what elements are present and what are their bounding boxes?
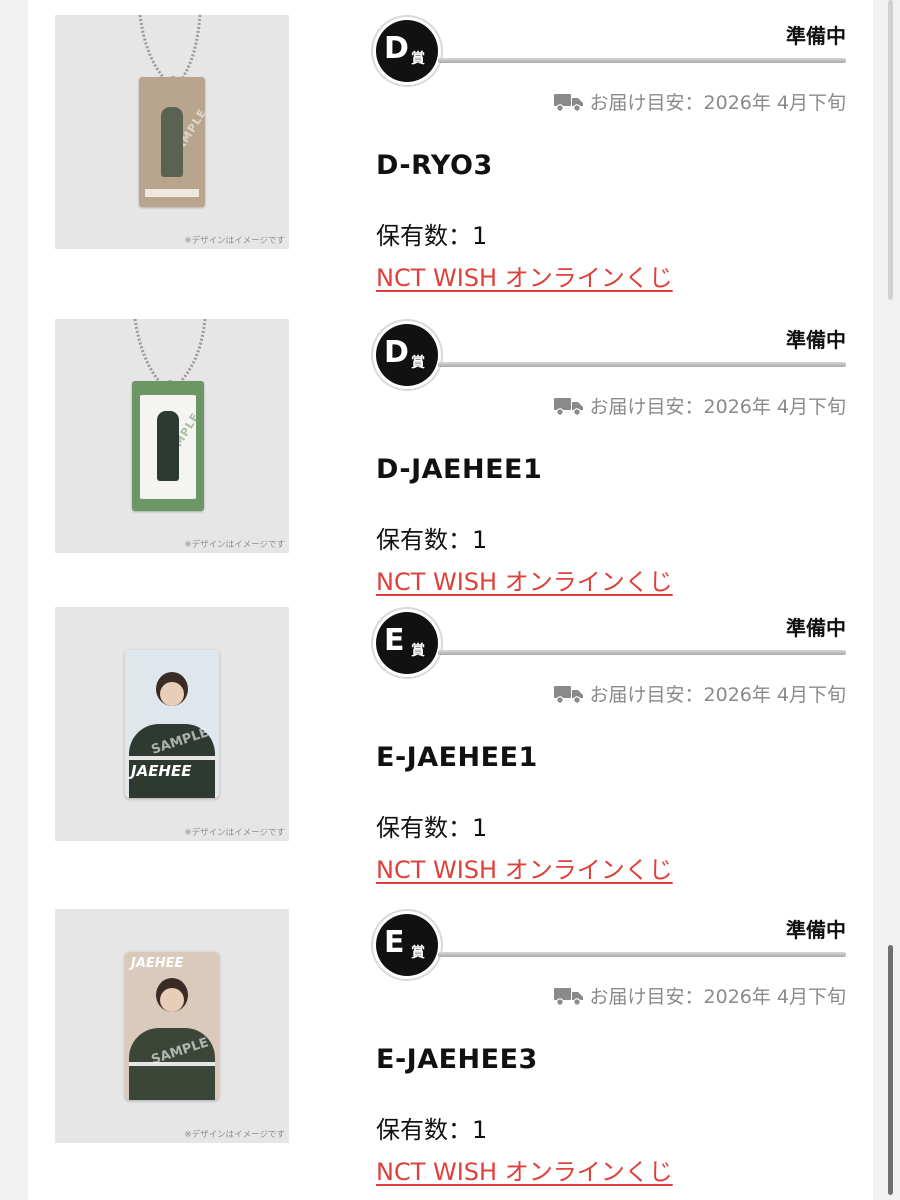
prize-item: SAMPLE JAEHEE ※デザインはイメージです E賞 準備中 お届け目安：… xyxy=(28,592,873,892)
status-label: 準備中 xyxy=(786,616,846,640)
photo-card-art: JAEHEE SAMPLE xyxy=(125,952,219,1100)
status-label: 準備中 xyxy=(786,24,846,48)
product-thumbnail[interactable]: JAEHEE SAMPLE ※デザインはイメージです xyxy=(55,909,289,1143)
photo-card-art: SAMPLE JAEHEE xyxy=(125,650,219,798)
truck-icon xyxy=(553,987,583,1006)
image-disclaimer: ※デザインはイメージです xyxy=(184,1130,285,1140)
image-disclaimer: ※デザインはイメージです xyxy=(184,236,285,246)
owned-count: 保有数：1 xyxy=(376,526,488,554)
delivery-estimate: お届け目安：2026年 4月下旬 xyxy=(553,88,846,115)
product-thumbnail[interactable]: SAMPLE ※デザインはイメージです xyxy=(55,15,289,249)
owned-count: 保有数：1 xyxy=(376,1116,488,1144)
prize-badge: D賞 xyxy=(376,324,438,386)
prize-item: SAMPLE ※デザインはイメージです D賞 準備中 お届け目安：2026年 4… xyxy=(28,304,873,604)
product-thumbnail[interactable]: SAMPLE JAEHEE ※デザインはイメージです xyxy=(55,607,289,841)
keychain-art: SAMPLE xyxy=(139,77,205,207)
prize-badge: D賞 xyxy=(376,20,438,82)
lottery-link[interactable]: NCT WISH オンラインくじ xyxy=(376,258,673,293)
product-code: D-RYO3 xyxy=(376,150,493,181)
scrollbar-thumb[interactable] xyxy=(888,945,893,1195)
owned-count: 保有数：1 xyxy=(376,222,488,250)
progress-line xyxy=(438,362,846,367)
prize-item: JAEHEE SAMPLE ※デザインはイメージです E賞 準備中 お届け目安：… xyxy=(28,894,873,1194)
scrollbar-top-fragment xyxy=(888,0,893,300)
image-disclaimer: ※デザインはイメージです xyxy=(184,540,285,550)
truck-icon xyxy=(553,93,583,112)
status-label: 準備中 xyxy=(786,328,846,352)
delivery-estimate: お届け目安：2026年 4月下旬 xyxy=(553,680,846,707)
owned-count: 保有数：1 xyxy=(376,814,488,842)
keychain-art: SAMPLE xyxy=(132,381,204,511)
status-label: 準備中 xyxy=(786,918,846,942)
delivery-estimate: お届け目安：2026年 4月下旬 xyxy=(553,982,846,1009)
delivery-estimate: お届け目安：2026年 4月下旬 xyxy=(553,392,846,419)
prize-list-panel: SAMPLE ※デザインはイメージです D賞 準備中 お届け目安：2026年 4… xyxy=(28,0,873,1200)
product-code: E-JAEHEE1 xyxy=(376,742,538,773)
truck-icon xyxy=(553,685,583,704)
progress-line xyxy=(438,650,846,655)
progress-line xyxy=(438,952,846,957)
progress-line xyxy=(438,58,846,63)
product-code: D-JAEHEE1 xyxy=(376,454,543,485)
prize-badge: E賞 xyxy=(376,914,438,976)
prize-item: SAMPLE ※デザインはイメージです D賞 準備中 お届け目安：2026年 4… xyxy=(28,0,873,300)
lottery-link[interactable]: NCT WISH オンラインくじ xyxy=(376,1152,673,1187)
prize-badge: E賞 xyxy=(376,612,438,674)
lottery-link[interactable]: NCT WISH オンラインくじ xyxy=(376,850,673,885)
product-thumbnail[interactable]: SAMPLE ※デザインはイメージです xyxy=(55,319,289,553)
image-disclaimer: ※デザインはイメージです xyxy=(184,828,285,838)
product-code: E-JAEHEE3 xyxy=(376,1044,538,1075)
truck-icon xyxy=(553,397,583,416)
